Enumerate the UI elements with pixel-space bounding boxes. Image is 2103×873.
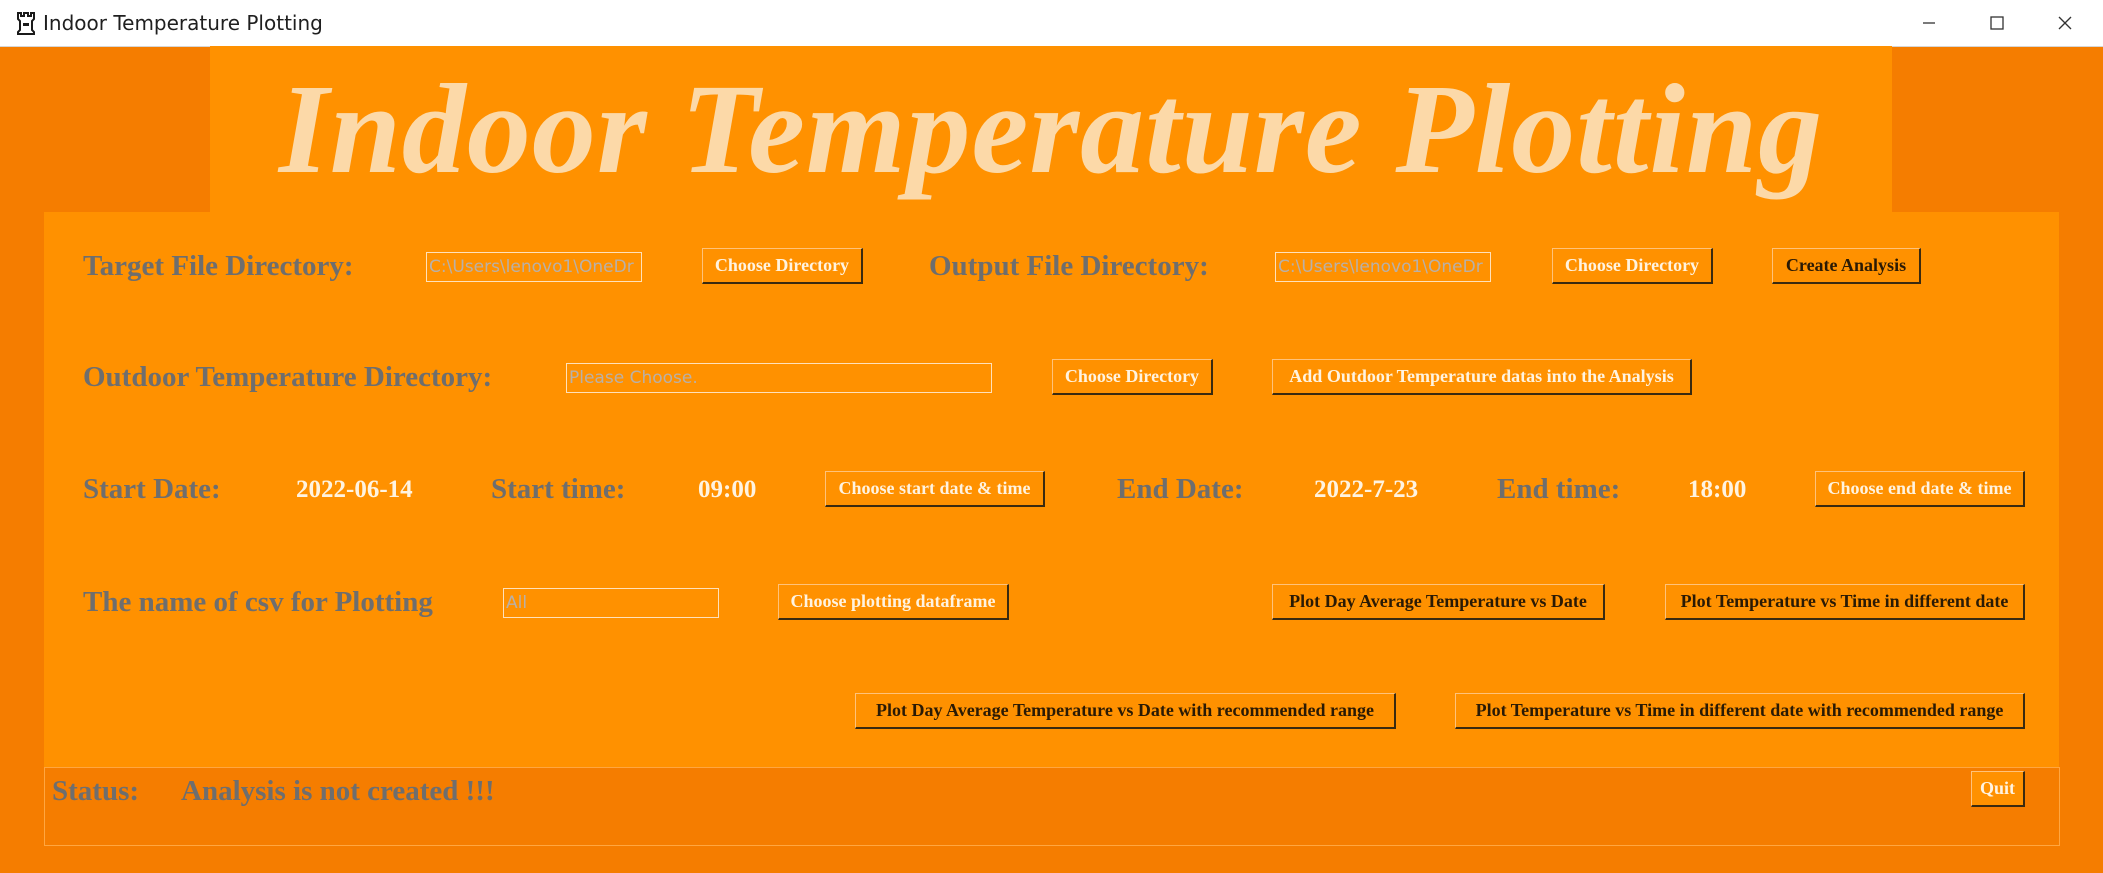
close-button[interactable] — [2031, 0, 2099, 46]
target-directory-label: Target File Directory: — [83, 250, 354, 282]
start-time-label: Start time: — [491, 473, 626, 505]
app-window: Indoor Temperature Plotting Indoor Tempe… — [0, 0, 2103, 873]
add-outdoor-temperature-button[interactable]: Add Outdoor Temperature datas into the A… — [1272, 359, 1692, 395]
outdoor-directory-field[interactable]: Please Choose. — [566, 363, 992, 393]
end-date-value: 2022-7-23 — [1314, 476, 1419, 503]
plot-day-average-button[interactable]: Plot Day Average Temperature vs Date — [1272, 584, 1605, 620]
choose-target-directory-button[interactable]: Choose Directory — [702, 248, 863, 284]
status-message: Analysis is not created !!! — [181, 775, 495, 807]
window-title: Indoor Temperature Plotting — [43, 11, 323, 35]
maximize-button[interactable] — [1963, 0, 2031, 46]
output-directory-field[interactable]: C:\Users\lenovo1\OneDr — [1275, 252, 1491, 282]
outdoor-directory-label: Outdoor Temperature Directory: — [83, 361, 493, 393]
choose-outdoor-directory-button[interactable]: Choose Directory — [1052, 359, 1213, 395]
start-time-value: 09:00 — [698, 476, 757, 503]
choose-end-datetime-button[interactable]: Choose end date & time — [1815, 471, 2025, 507]
plot-temperature-vs-time-button[interactable]: Plot Temperature vs Time in different da… — [1665, 584, 2025, 620]
end-date-label: End Date: — [1117, 473, 1244, 505]
plot-temperature-vs-time-range-button[interactable]: Plot Temperature vs Time in different da… — [1455, 693, 2025, 729]
close-icon — [2058, 16, 2072, 30]
quit-button[interactable]: Quit — [1971, 771, 2025, 807]
page-title: Indoor Temperature Plotting — [278, 58, 1824, 200]
end-time-value: 18:00 — [1688, 476, 1747, 503]
maximize-icon — [1990, 16, 2004, 30]
choose-plotting-dataframe-button[interactable]: Choose plotting dataframe — [778, 584, 1009, 620]
minimize-button[interactable] — [1895, 0, 1963, 46]
csv-name-field[interactable]: All — [503, 588, 719, 618]
plot-day-average-range-button[interactable]: Plot Day Average Temperature vs Date wit… — [855, 693, 1396, 729]
choose-start-datetime-button[interactable]: Choose start date & time — [825, 471, 1045, 507]
csv-name-label: The name of csv for Plotting — [83, 586, 433, 618]
title-bar[interactable]: Indoor Temperature Plotting — [0, 0, 2103, 47]
castle-rook-icon — [17, 12, 35, 35]
output-directory-label: Output File Directory: — [929, 250, 1209, 282]
start-date-value: 2022-06-14 — [296, 476, 413, 503]
end-time-label: End time: — [1497, 473, 1621, 505]
create-analysis-button[interactable]: Create Analysis — [1772, 248, 1921, 284]
target-directory-field[interactable]: C:\Users\lenovo1\OneDr — [426, 252, 642, 282]
choose-output-directory-button[interactable]: Choose Directory — [1552, 248, 1713, 284]
start-date-label: Start Date: — [83, 473, 221, 505]
status-label: Status: — [52, 775, 140, 807]
minimize-icon — [1923, 22, 1935, 24]
